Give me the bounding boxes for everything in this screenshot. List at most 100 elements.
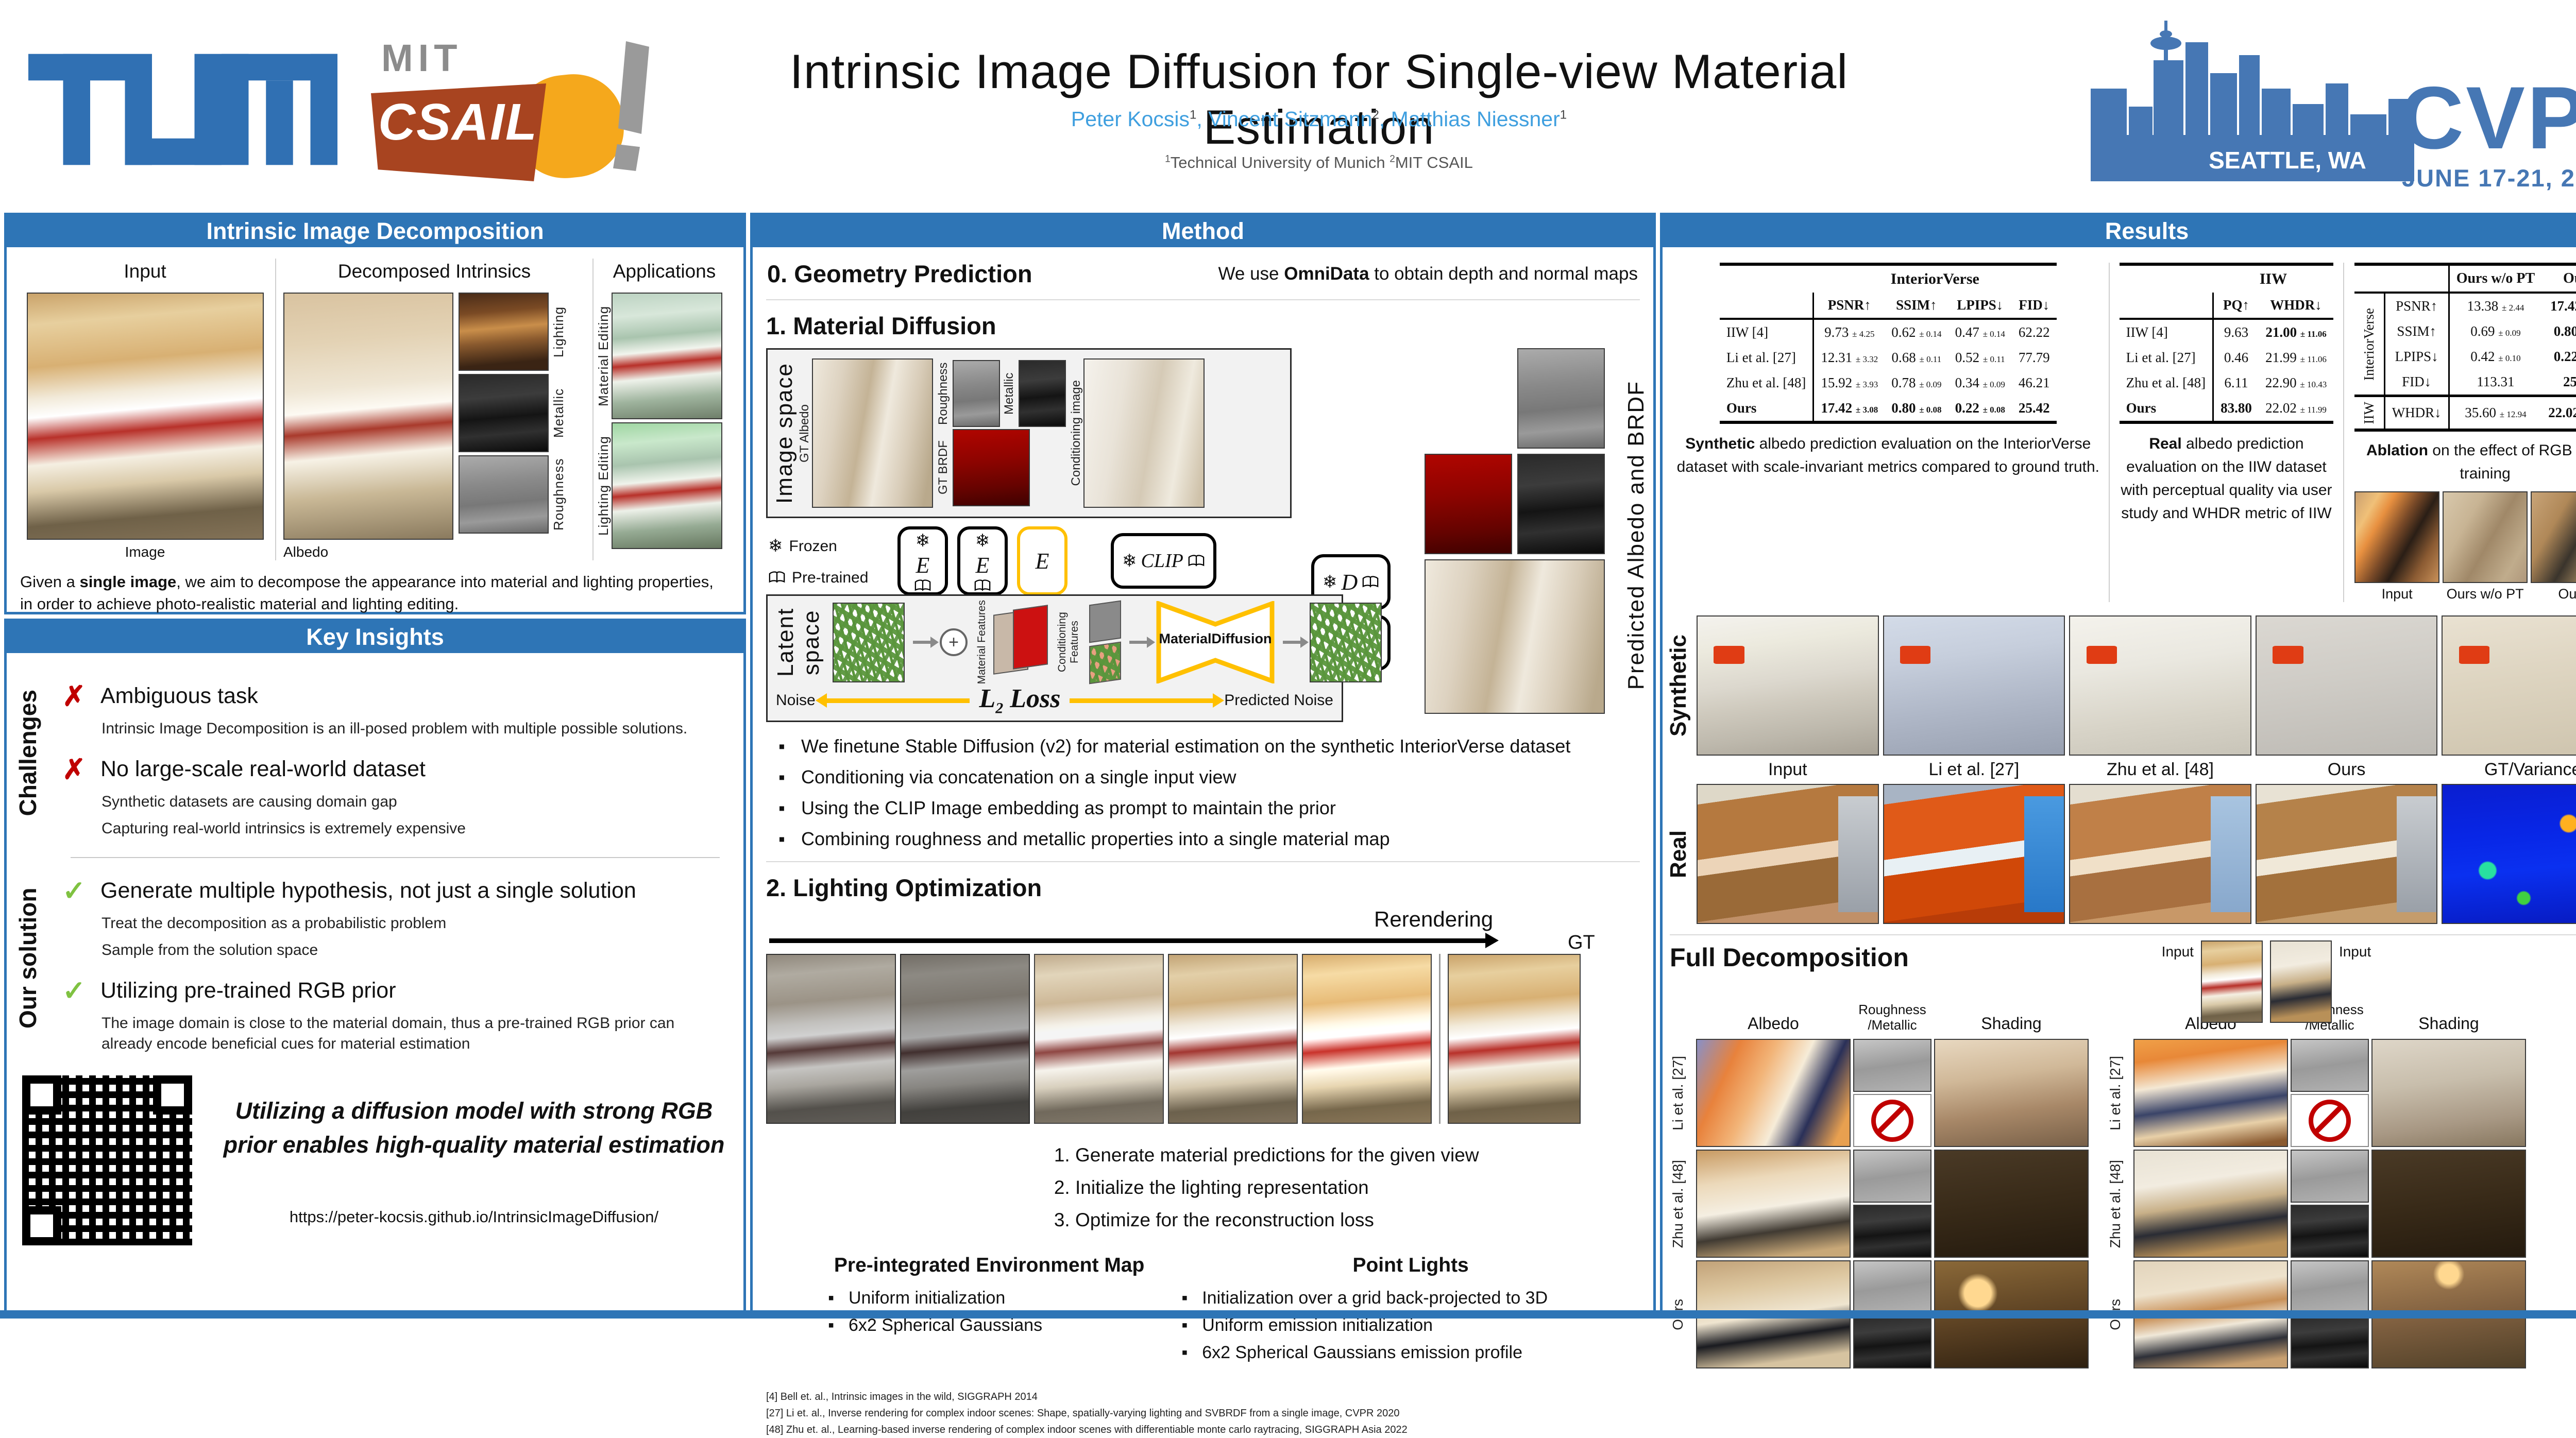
no-entry-icon bbox=[1871, 1100, 1913, 1142]
panel-results: Results InteriorVersePSNR↑SSIM↑LPIPS↓FID… bbox=[1660, 213, 2576, 1313]
table-cell: 0.47 ± 0.14 bbox=[1948, 319, 2012, 345]
step1-heading: 1. Material Diffusion bbox=[766, 312, 1640, 340]
photo-rerender-2 bbox=[900, 954, 1030, 1124]
step-item: Generate material predictions for the gi… bbox=[1075, 1139, 1640, 1172]
cell-std: ± 0.09 bbox=[1983, 380, 2005, 389]
conditioning-features-label: Conditioning Features bbox=[1056, 599, 1081, 686]
table-cell: 0.80 ± 0.08 bbox=[2541, 319, 2576, 344]
decomposition-applications-column: Applications Material Editing Lighting E… bbox=[594, 259, 735, 560]
column-header: Ours bbox=[2541, 264, 2576, 293]
row-label: Ours bbox=[2120, 396, 2213, 422]
table-cell: 25.42 bbox=[2541, 369, 2576, 396]
table-cell: 15.92 ± 3.93 bbox=[1814, 370, 1885, 396]
table-cell: 77.79 bbox=[2012, 345, 2057, 370]
input-label: Input bbox=[2339, 944, 2371, 960]
photo-gt-metallic bbox=[1019, 360, 1066, 427]
results-col-interiorverse: InteriorVersePSNR↑SSIM↑LPIPS↓FID↓IIW [4]… bbox=[1668, 263, 2109, 602]
photo-fd-shading bbox=[2371, 1150, 2526, 1258]
fd-cell-shading bbox=[1934, 1150, 2089, 1258]
table-cell: 17.42 ± 3.08 bbox=[2541, 293, 2576, 319]
photo-real-0 bbox=[1697, 784, 1879, 924]
row-label: Li et al. [27] bbox=[1720, 345, 1814, 370]
input-image-label: Image bbox=[15, 544, 275, 560]
albedo-label: Albedo bbox=[283, 544, 453, 560]
caption-real: Real albedo prediction evaluation on the… bbox=[2117, 432, 2336, 525]
material-diffusion-diagram: Image space GT Albedo Roughness Metallic… bbox=[766, 348, 1640, 722]
photo-real-3 bbox=[2256, 784, 2438, 924]
metric-label: WHDR↓ bbox=[2384, 396, 2449, 431]
no-entry-icon bbox=[2309, 1100, 2351, 1142]
cell-value: 0.34 bbox=[1955, 375, 1979, 390]
bullet-item: Conditioning via concatenation on a sing… bbox=[778, 766, 1640, 788]
comparison-column-label: Li et al. [27] bbox=[1883, 760, 2065, 780]
cell-value: 77.79 bbox=[2019, 350, 2050, 365]
photo-fd-albedo bbox=[1696, 1039, 1851, 1147]
photo-pred-roughness bbox=[1517, 348, 1605, 449]
author: Peter Kocsis1 bbox=[1071, 107, 1197, 131]
bullet-item: We finetune Stable Diffusion (v2) for ma… bbox=[778, 735, 1640, 757]
table-row: Zhu et al. [48]6.1122.90 ± 10.43 bbox=[2120, 370, 2334, 396]
check-icon: ✓ bbox=[62, 974, 100, 1007]
caption-bold: single image bbox=[79, 573, 176, 591]
photo-rerender-3 bbox=[1034, 954, 1164, 1124]
table-row: Ours17.42 ± 3.080.80 ± 0.080.22 ± 0.0825… bbox=[1720, 396, 2057, 422]
column-header: Ours w/o PT bbox=[2449, 264, 2541, 293]
cell-value: 17.42 bbox=[2550, 298, 2576, 314]
snowflake-icon: ❄ bbox=[975, 530, 990, 551]
ablation-image-label: Ours bbox=[2531, 586, 2576, 602]
cell-value: 22.02 bbox=[2548, 405, 2576, 420]
book-icon bbox=[1362, 576, 1379, 588]
divider bbox=[766, 299, 1640, 300]
poster-title: Intrinsic Image Diffusion for Single-vie… bbox=[685, 44, 1953, 155]
insight-heading: No large-scale real-world dataset bbox=[100, 757, 426, 782]
cell-value: 0.69 bbox=[2470, 323, 2495, 339]
book-icon bbox=[768, 571, 786, 584]
results-table-ablation: Ours w/o PTOursInteriorVersePSNR↑13.38 ±… bbox=[2354, 263, 2576, 432]
predicted-label: Predicted Albedo and BRDF bbox=[1623, 381, 1649, 690]
metric-label: LPIPS↓ bbox=[2384, 344, 2449, 369]
table-cell: 83.80 bbox=[2213, 396, 2259, 422]
fd-row-label-text: Li et al. [27] bbox=[2107, 1056, 2124, 1131]
gt-divider bbox=[1439, 954, 1440, 1124]
project-url-link[interactable]: https://peter-kocsis.github.io/Intrinsic… bbox=[218, 1208, 730, 1226]
table-cell: 17.42 ± 3.08 bbox=[1814, 396, 1885, 422]
insight-detail: Treat the decomposition as a probabilist… bbox=[101, 913, 694, 934]
fd-cell-albedo bbox=[1696, 1039, 1851, 1147]
cell-value: 9.73 bbox=[1824, 324, 1849, 340]
photo-lighting bbox=[459, 293, 549, 371]
table-cell: 35.60 ± 12.94 bbox=[2449, 396, 2541, 431]
cell-value: 0.47 bbox=[1955, 324, 1979, 340]
cell-value: 35.60 bbox=[2465, 405, 2496, 420]
diagram-legend: ❄Frozen Pre-trained bbox=[768, 529, 868, 592]
photo-synthetic-2 bbox=[2069, 615, 2251, 756]
cell-std: ± 11.06 bbox=[2300, 329, 2327, 339]
row-label: Zhu et al. [48] bbox=[2120, 370, 2213, 396]
photo-gt-roughness bbox=[953, 360, 1000, 427]
panel-title-results: Results bbox=[1663, 215, 2576, 247]
photo-fd-material bbox=[1853, 1260, 1931, 1313]
lighting-editing-label: Lighting Editing bbox=[596, 422, 612, 549]
cell-value: 12.31 bbox=[1821, 350, 1852, 365]
comparison-column-label: Zhu et al. [48] bbox=[2069, 760, 2251, 780]
legend-frozen: Frozen bbox=[789, 532, 837, 561]
bottom-accent-strip bbox=[0, 1310, 2576, 1319]
author: Vincent Sitzmann2 bbox=[1208, 107, 1379, 131]
ablation-images bbox=[2351, 491, 2576, 583]
cell-value: 0.80 bbox=[1891, 400, 1916, 416]
legend-pretrained: Pre-trained bbox=[792, 563, 868, 592]
fd-row-label-text: Zhu et al. [48] bbox=[1670, 1160, 1686, 1248]
insight-heading: Ambiguous task bbox=[100, 683, 258, 709]
fd-row-label: Zhu et al. [48] bbox=[2107, 1150, 2131, 1258]
table-row: Ours83.8022.02 ± 11.99 bbox=[2120, 396, 2334, 422]
tum-logo bbox=[28, 49, 337, 170]
step0-note: We use OmniData to obtain depth and norm… bbox=[1218, 264, 1638, 284]
cell-value: 25.42 bbox=[2019, 400, 2050, 416]
table-cell: 6.11 bbox=[2213, 370, 2259, 396]
fd-not-available bbox=[1853, 1094, 1931, 1147]
fd-row-label: Li et al. [27] bbox=[2107, 1039, 2131, 1147]
table-cell: 0.62 ± 0.14 bbox=[1885, 319, 1948, 345]
tum-logo-icon bbox=[28, 49, 337, 170]
insights-divider bbox=[71, 857, 720, 858]
cell-value: 9.63 bbox=[2224, 324, 2248, 340]
photo-fd-material bbox=[2291, 1150, 2369, 1203]
